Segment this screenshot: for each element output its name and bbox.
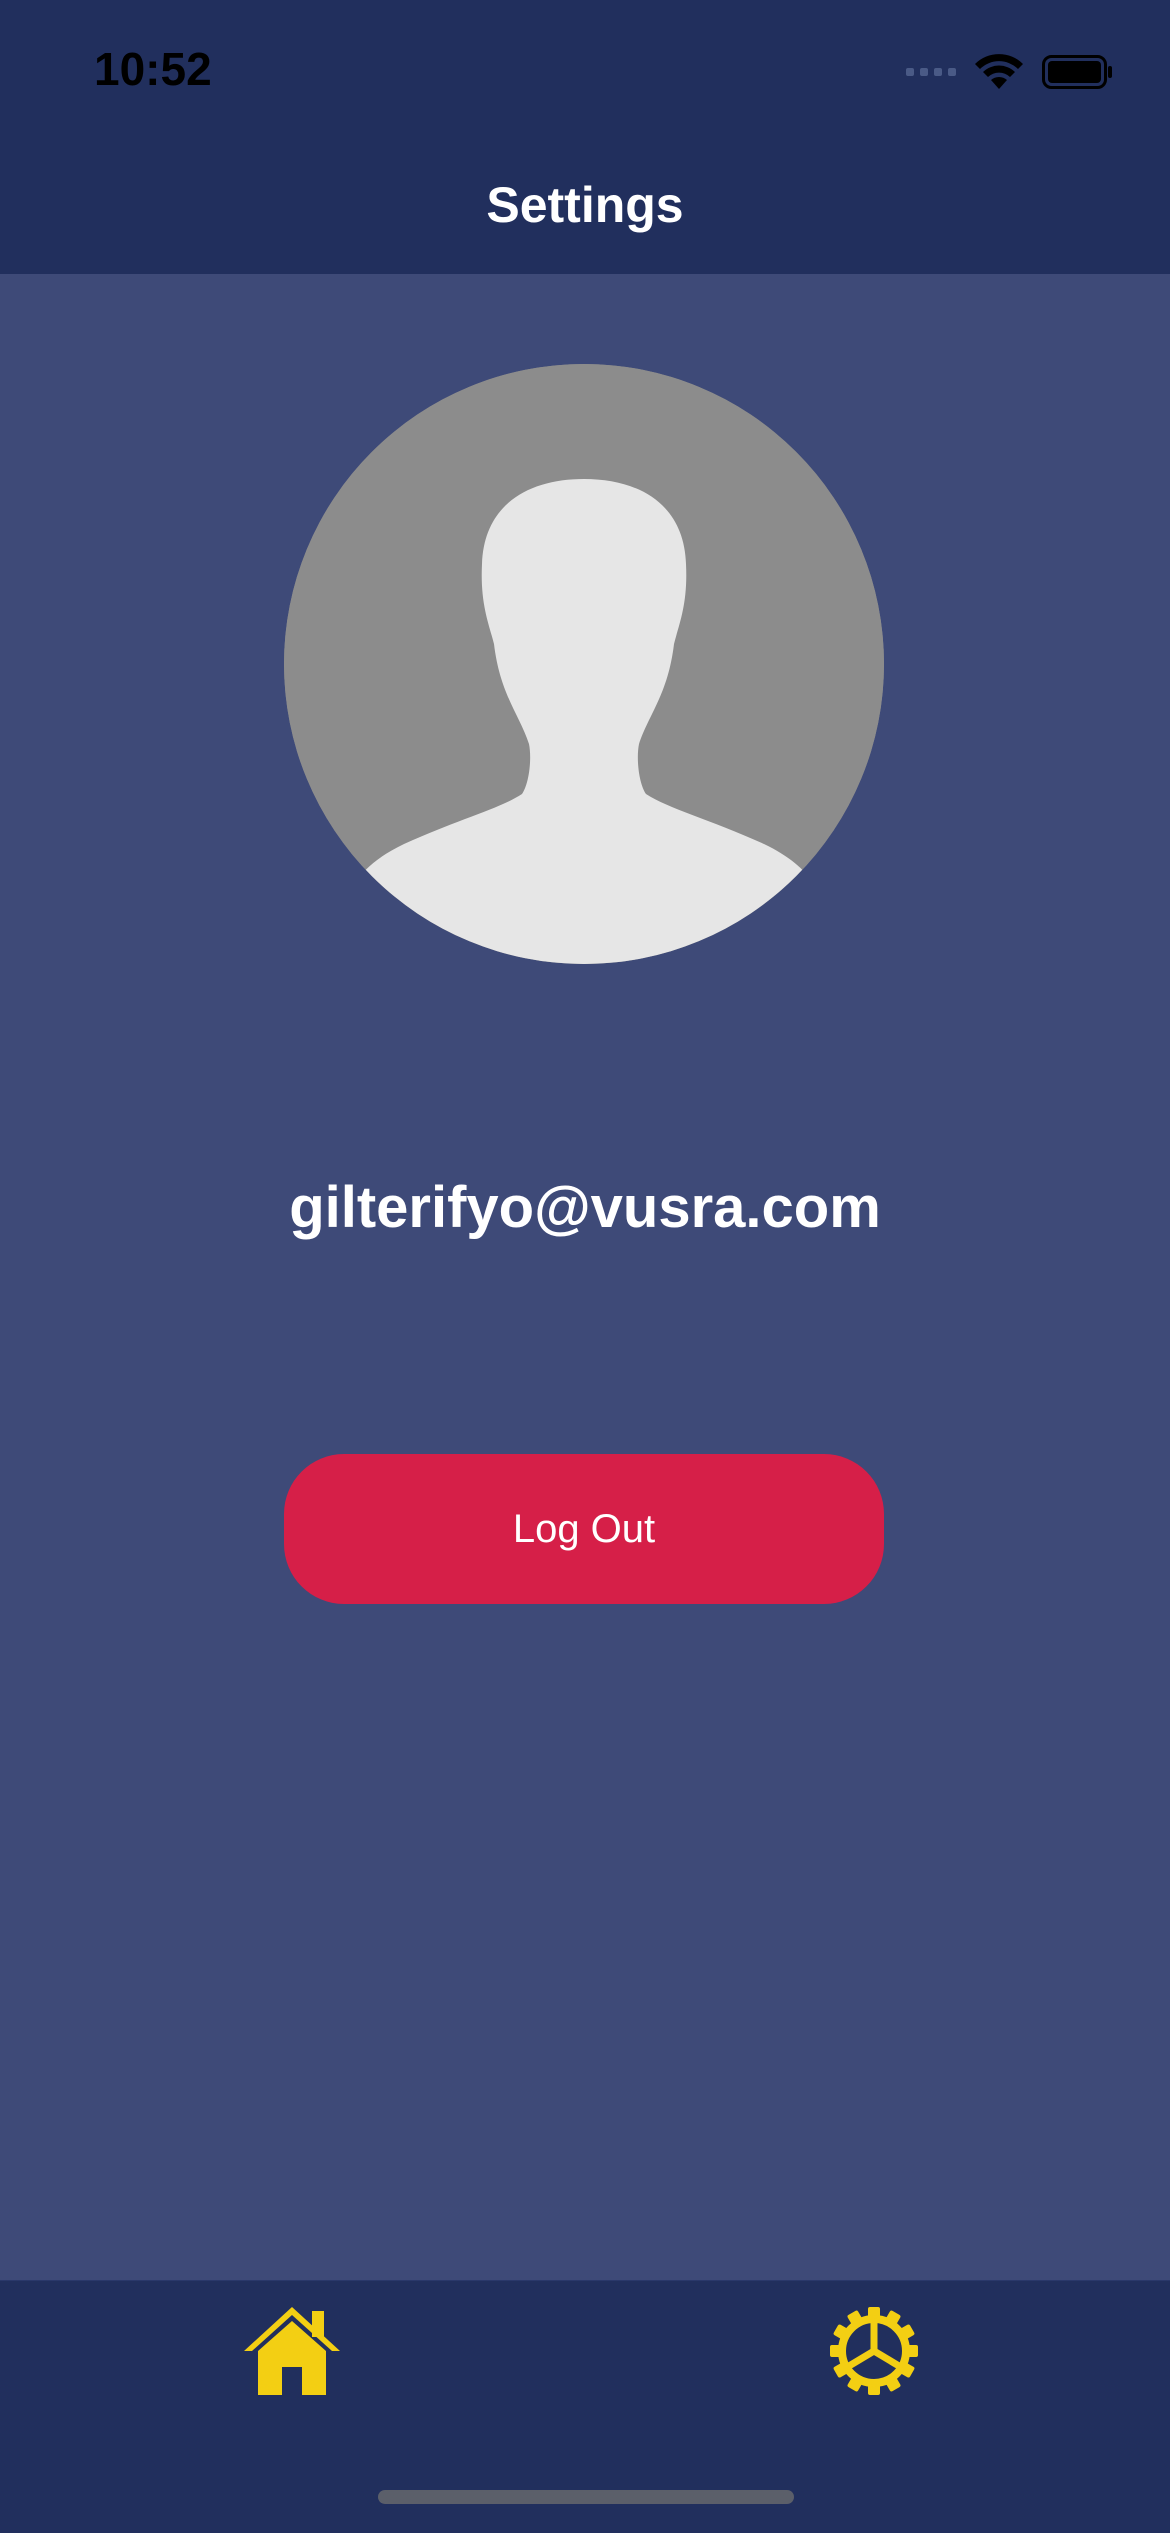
page-title: Settings xyxy=(486,177,684,233)
tab-settings[interactable] xyxy=(804,2291,944,2411)
cellular-signal-icon xyxy=(906,68,956,76)
logout-button[interactable]: Log Out xyxy=(284,1454,884,1604)
status-icons xyxy=(906,52,1114,92)
person-silhouette-icon xyxy=(284,364,884,964)
home-indicator xyxy=(378,2490,794,2504)
status-time: 10:52 xyxy=(94,43,212,95)
user-email: gilterifyo@vusra.com xyxy=(289,1175,881,1240)
status-bar: 10:52 xyxy=(0,0,1170,150)
tab-home[interactable] xyxy=(222,2291,362,2411)
navigation-header: Settings xyxy=(0,150,1170,275)
settings-content: gilterifyo@vusra.com Log Out xyxy=(0,274,1170,2280)
house-icon xyxy=(244,2307,340,2395)
gear-icon xyxy=(830,2307,918,2395)
wifi-icon xyxy=(975,54,1023,89)
avatar xyxy=(284,364,884,964)
battery-icon xyxy=(1042,55,1112,89)
